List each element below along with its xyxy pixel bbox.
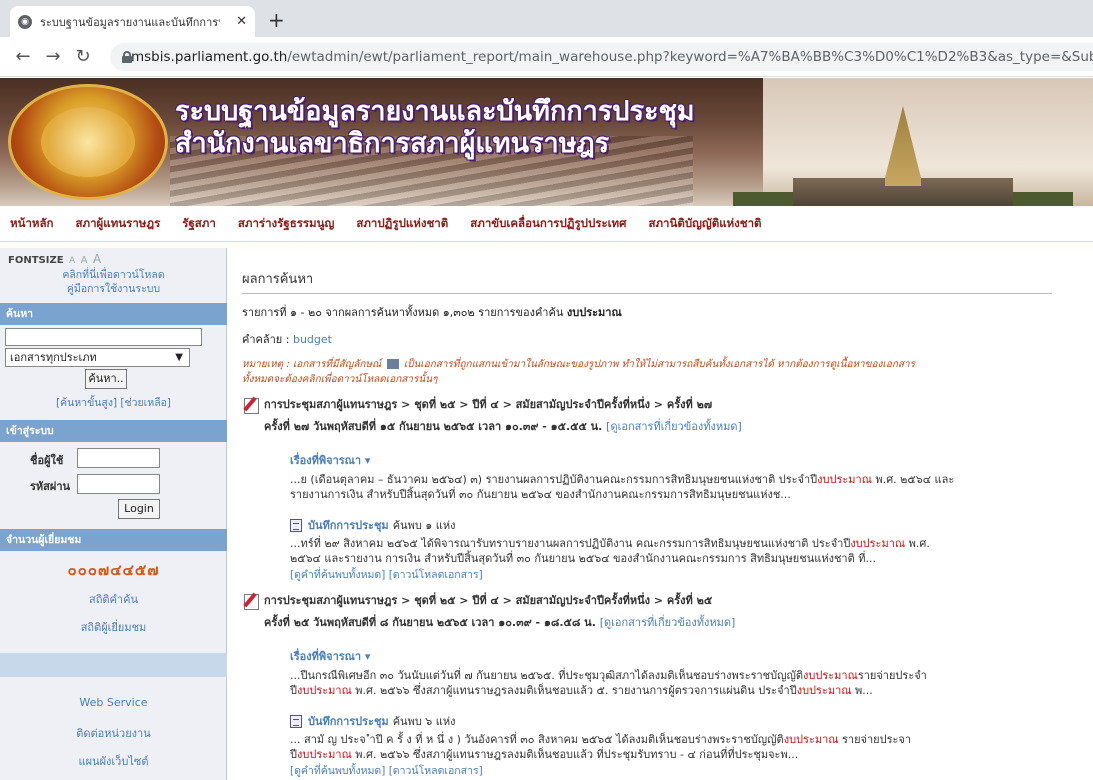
- pencil-icon: [242, 395, 260, 414]
- url-path: /ewtadmin/ewt/parliament_report/main_war…: [287, 49, 1093, 65]
- minutes-found-count: ค้นพบ ๑ แห่ง: [392, 519, 456, 532]
- main-nav: หน้าหลัก สภาผู้แทนราษฎร รัฐสภา สภาร่างรั…: [0, 206, 1093, 242]
- visitors-section-header: จำนวนผู้เยี่ยมชม: [0, 529, 227, 551]
- related-docs-link[interactable]: [ดูเอกสารที่เกี่ยวข้องทั้งหมด]: [606, 420, 742, 433]
- result-item: การประชุมสภาผู้แทนราษฎร > ชุดที่ ๒๕ > ปี…: [242, 591, 1067, 779]
- site-title: ระบบฐานข้อมูลรายงานและบันทึกการประชุม สำ…: [175, 96, 695, 160]
- minutes-row: บันทึกการประชุม ค้นพบ ๖ แห่ง: [290, 712, 1067, 730]
- nav-home[interactable]: หน้าหลัก: [10, 215, 54, 233]
- view-all-matches-link[interactable]: [ดูคำที่ค้นพบทั้งหมด]: [290, 569, 385, 581]
- search-section-header: ค้นหา: [0, 303, 227, 325]
- contact-link[interactable]: ติดต่อหน่วยงาน: [0, 724, 227, 742]
- minutes-snippet: ...ทร์ที่ ๒๙ สิงหาคม ๒๕๖๕ ได้พิจารณารับท…: [290, 537, 930, 565]
- login-button[interactable]: Login: [118, 499, 160, 519]
- minutes-snippet: ... สามั ญ ประจ ำปี ค รั้ ง ที่ ห นึ่ ง …: [290, 733, 912, 761]
- sitemap-link[interactable]: แผนผังเว็บไซต์: [0, 752, 227, 770]
- similar-words: คำคล้าย : budget: [242, 333, 332, 346]
- related-docs-link[interactable]: [ดูเอกสารที่เกี่ยวข้องทั้งหมด]: [600, 616, 736, 629]
- search-input[interactable]: [5, 328, 202, 346]
- topic-dropdown[interactable]: เรื่องที่พิจารณา ▾: [290, 451, 1067, 469]
- search-button[interactable]: ค้นหา..: [85, 369, 127, 389]
- parliament-building-image: [733, 106, 1073, 206]
- topic-snippet: ...ย (เดือนตุลาคม – ธันวาคม ๒๕๖๔) ๓) ราย…: [290, 473, 955, 501]
- login-section-header: เข้าสู่ระบบ: [0, 420, 227, 442]
- web-service-link[interactable]: Web Service: [0, 696, 227, 709]
- download-doc-link[interactable]: [ดาวน์โหลดเอกสาร]: [389, 569, 483, 581]
- minutes-row: บันทึกการประชุม ค้นพบ ๑ แห่ง: [290, 516, 1067, 534]
- doc-type-select[interactable]: เอกสารทุกประเภท ▼: [5, 348, 190, 367]
- scan-note: หมายเหตุ : เอกสารที่มีสัญลักษณ์ เป็นเอกส…: [242, 359, 915, 385]
- tab-title: ระบบฐานข้อมูลรายงานและบันทึกการประชุม: [40, 15, 220, 29]
- topic-dropdown[interactable]: เรื่องที่พิจารณา ▾: [290, 647, 1067, 665]
- minutes-links: [ดูคำที่ค้นพบทั้งหมด] [ดาวน์โหลดเอกสาร]: [290, 566, 1067, 583]
- sidebar-divider: [0, 653, 227, 677]
- visitor-stats-link[interactable]: สถิติผู้เยี่ยมชม: [0, 618, 227, 636]
- nav-house-of-representatives[interactable]: สภาผู้แทนราษฎร: [76, 215, 161, 233]
- url-host: msbis.parliament.go.th: [131, 49, 288, 65]
- manual-download-link[interactable]: คลิกที่นี่เพื่อดาวน์โหลด คู่มือการใช้งาน…: [0, 268, 227, 296]
- forward-arrow-icon[interactable]: →: [38, 46, 68, 67]
- result-session: ครั้งที่ ๒๗ วันพฤหัสบดีที่ ๑๕ กันยายน ๒๕…: [264, 420, 742, 433]
- reload-icon[interactable]: ↻: [68, 46, 98, 67]
- result-path[interactable]: การประชุมสภาผู้แทนราษฎร > ชุดที่ ๒๕ > ปี…: [242, 591, 1067, 610]
- search-results-panel: ผลการค้นหา รายการที่ ๑ - ๒๐ จากผลการค้นห…: [242, 268, 1067, 779]
- fontsize-label: FONTSIZE: [8, 255, 64, 266]
- topic-snippet: ...ปีนกรณีพิเศษอีก ๓๐ วันนับแต่วันที่ ๗ …: [290, 669, 927, 697]
- result-path[interactable]: การประชุมสภาผู้แทนราษฎร > ชุดที่ ๒๕ > ปี…: [242, 395, 1067, 414]
- sidebar: FONTSIZE A A A คลิกที่นี่เพื่อดาวน์โหลด …: [0, 248, 227, 780]
- download-doc-link[interactable]: [ดาวน์โหลดเอกสาร]: [389, 765, 483, 777]
- fontsize-large[interactable]: A: [93, 252, 101, 266]
- search-stats-link[interactable]: สถิติคำค้น: [0, 590, 227, 608]
- username-field[interactable]: [77, 448, 160, 468]
- minutes-found-count: ค้นพบ ๖ แห่ง: [392, 715, 456, 728]
- minutes-links: [ดูคำที่ค้นพบทั้งหมด] [ดาวน์โหลดเอกสาร]: [290, 762, 1067, 779]
- parliament-building-backdrop: [733, 78, 1093, 206]
- search-help-links: [ค้นหาขั้นสูง] [ช่วยเหลือ]: [0, 394, 227, 411]
- address-bar-row: ← → ↻ msbis.parliament.go.th/ewtadmin/ew…: [0, 37, 1093, 77]
- parliament-emblem-logo[interactable]: [8, 84, 168, 200]
- browser-tab-bar: ◉ ระบบฐานข้อมูลรายงานและบันทึกการประชุม …: [0, 0, 1093, 37]
- nav-national-assembly[interactable]: รัฐสภา: [182, 215, 216, 233]
- nav-constitution-drafting[interactable]: สภาร่างรัฐธรรมนูญ: [238, 215, 334, 233]
- site-banner: ระบบฐานข้อมูลรายงานและบันทึกการประชุม สำ…: [0, 78, 1093, 206]
- minutes-link[interactable]: บันทึกการประชุม: [308, 516, 389, 534]
- back-arrow-icon[interactable]: ←: [8, 46, 38, 67]
- summary-keyword: งบประมาณ: [566, 306, 622, 319]
- document-icon: [290, 714, 302, 728]
- similar-word-link[interactable]: budget: [293, 333, 332, 346]
- advanced-search-link[interactable]: [ค้นหาขั้นสูง]: [56, 397, 117, 409]
- browser-tab[interactable]: ◉ ระบบฐานข้อมูลรายงานและบันทึกการประชุม …: [10, 6, 255, 37]
- url-field[interactable]: msbis.parliament.go.th/ewtadmin/ewt/parl…: [110, 43, 1093, 71]
- help-link[interactable]: [ช่วยเหลือ]: [120, 397, 171, 409]
- result-summary: รายการที่ ๑ - ๒๐ จากผลการค้นหาทั้งหมด ๑,…: [242, 306, 622, 319]
- minutes-link[interactable]: บันทึกการประชุม: [308, 712, 389, 730]
- scanned-doc-icon: [386, 359, 399, 369]
- result-session: ครั้งที่ ๒๕ วันพฤหัสบดีที่ ๘ กันยายน ๒๕๖…: [264, 616, 736, 629]
- username-label: ชื่อผู้ใช้: [30, 454, 64, 467]
- view-all-matches-link[interactable]: [ดูคำที่ค้นพบทั้งหมด]: [290, 765, 385, 777]
- globe-icon: ◉: [18, 14, 32, 29]
- fontsize-medium[interactable]: A: [81, 255, 88, 266]
- nav-reform-steering[interactable]: สภาขับเคลื่อนการปฏิรูปประเทศ: [470, 215, 626, 233]
- close-tab-icon[interactable]: ✕: [236, 14, 247, 29]
- chevron-down-icon: ▼: [175, 352, 183, 363]
- visitor-counter: ๐๐๐๗๔๔๕๗: [67, 561, 160, 579]
- nav-national-reform[interactable]: สภาปฏิรูปแห่งชาติ: [356, 215, 448, 233]
- site-title-line1: ระบบฐานข้อมูลรายงานและบันทึกการประชุม: [175, 96, 695, 127]
- site-title-line2: สำนักงานเลขาธิการสภาผู้แทนราษฎร: [175, 128, 610, 159]
- fontsize-control: FONTSIZE A A A: [8, 252, 101, 266]
- document-icon: [290, 518, 302, 532]
- password-label: รหัสผ่าน: [30, 480, 71, 493]
- new-tab-icon[interactable]: +: [268, 8, 285, 32]
- nav-legislative-assembly[interactable]: สภานิติบัญญัติแห่งชาติ: [648, 215, 761, 233]
- pencil-icon: [242, 591, 260, 610]
- page-title: ผลการค้นหา: [242, 268, 1052, 294]
- result-item: การประชุมสภาผู้แทนราษฎร > ชุดที่ ๒๕ > ปี…: [242, 395, 1067, 583]
- fontsize-small[interactable]: A: [69, 256, 75, 266]
- password-field[interactable]: [77, 474, 160, 494]
